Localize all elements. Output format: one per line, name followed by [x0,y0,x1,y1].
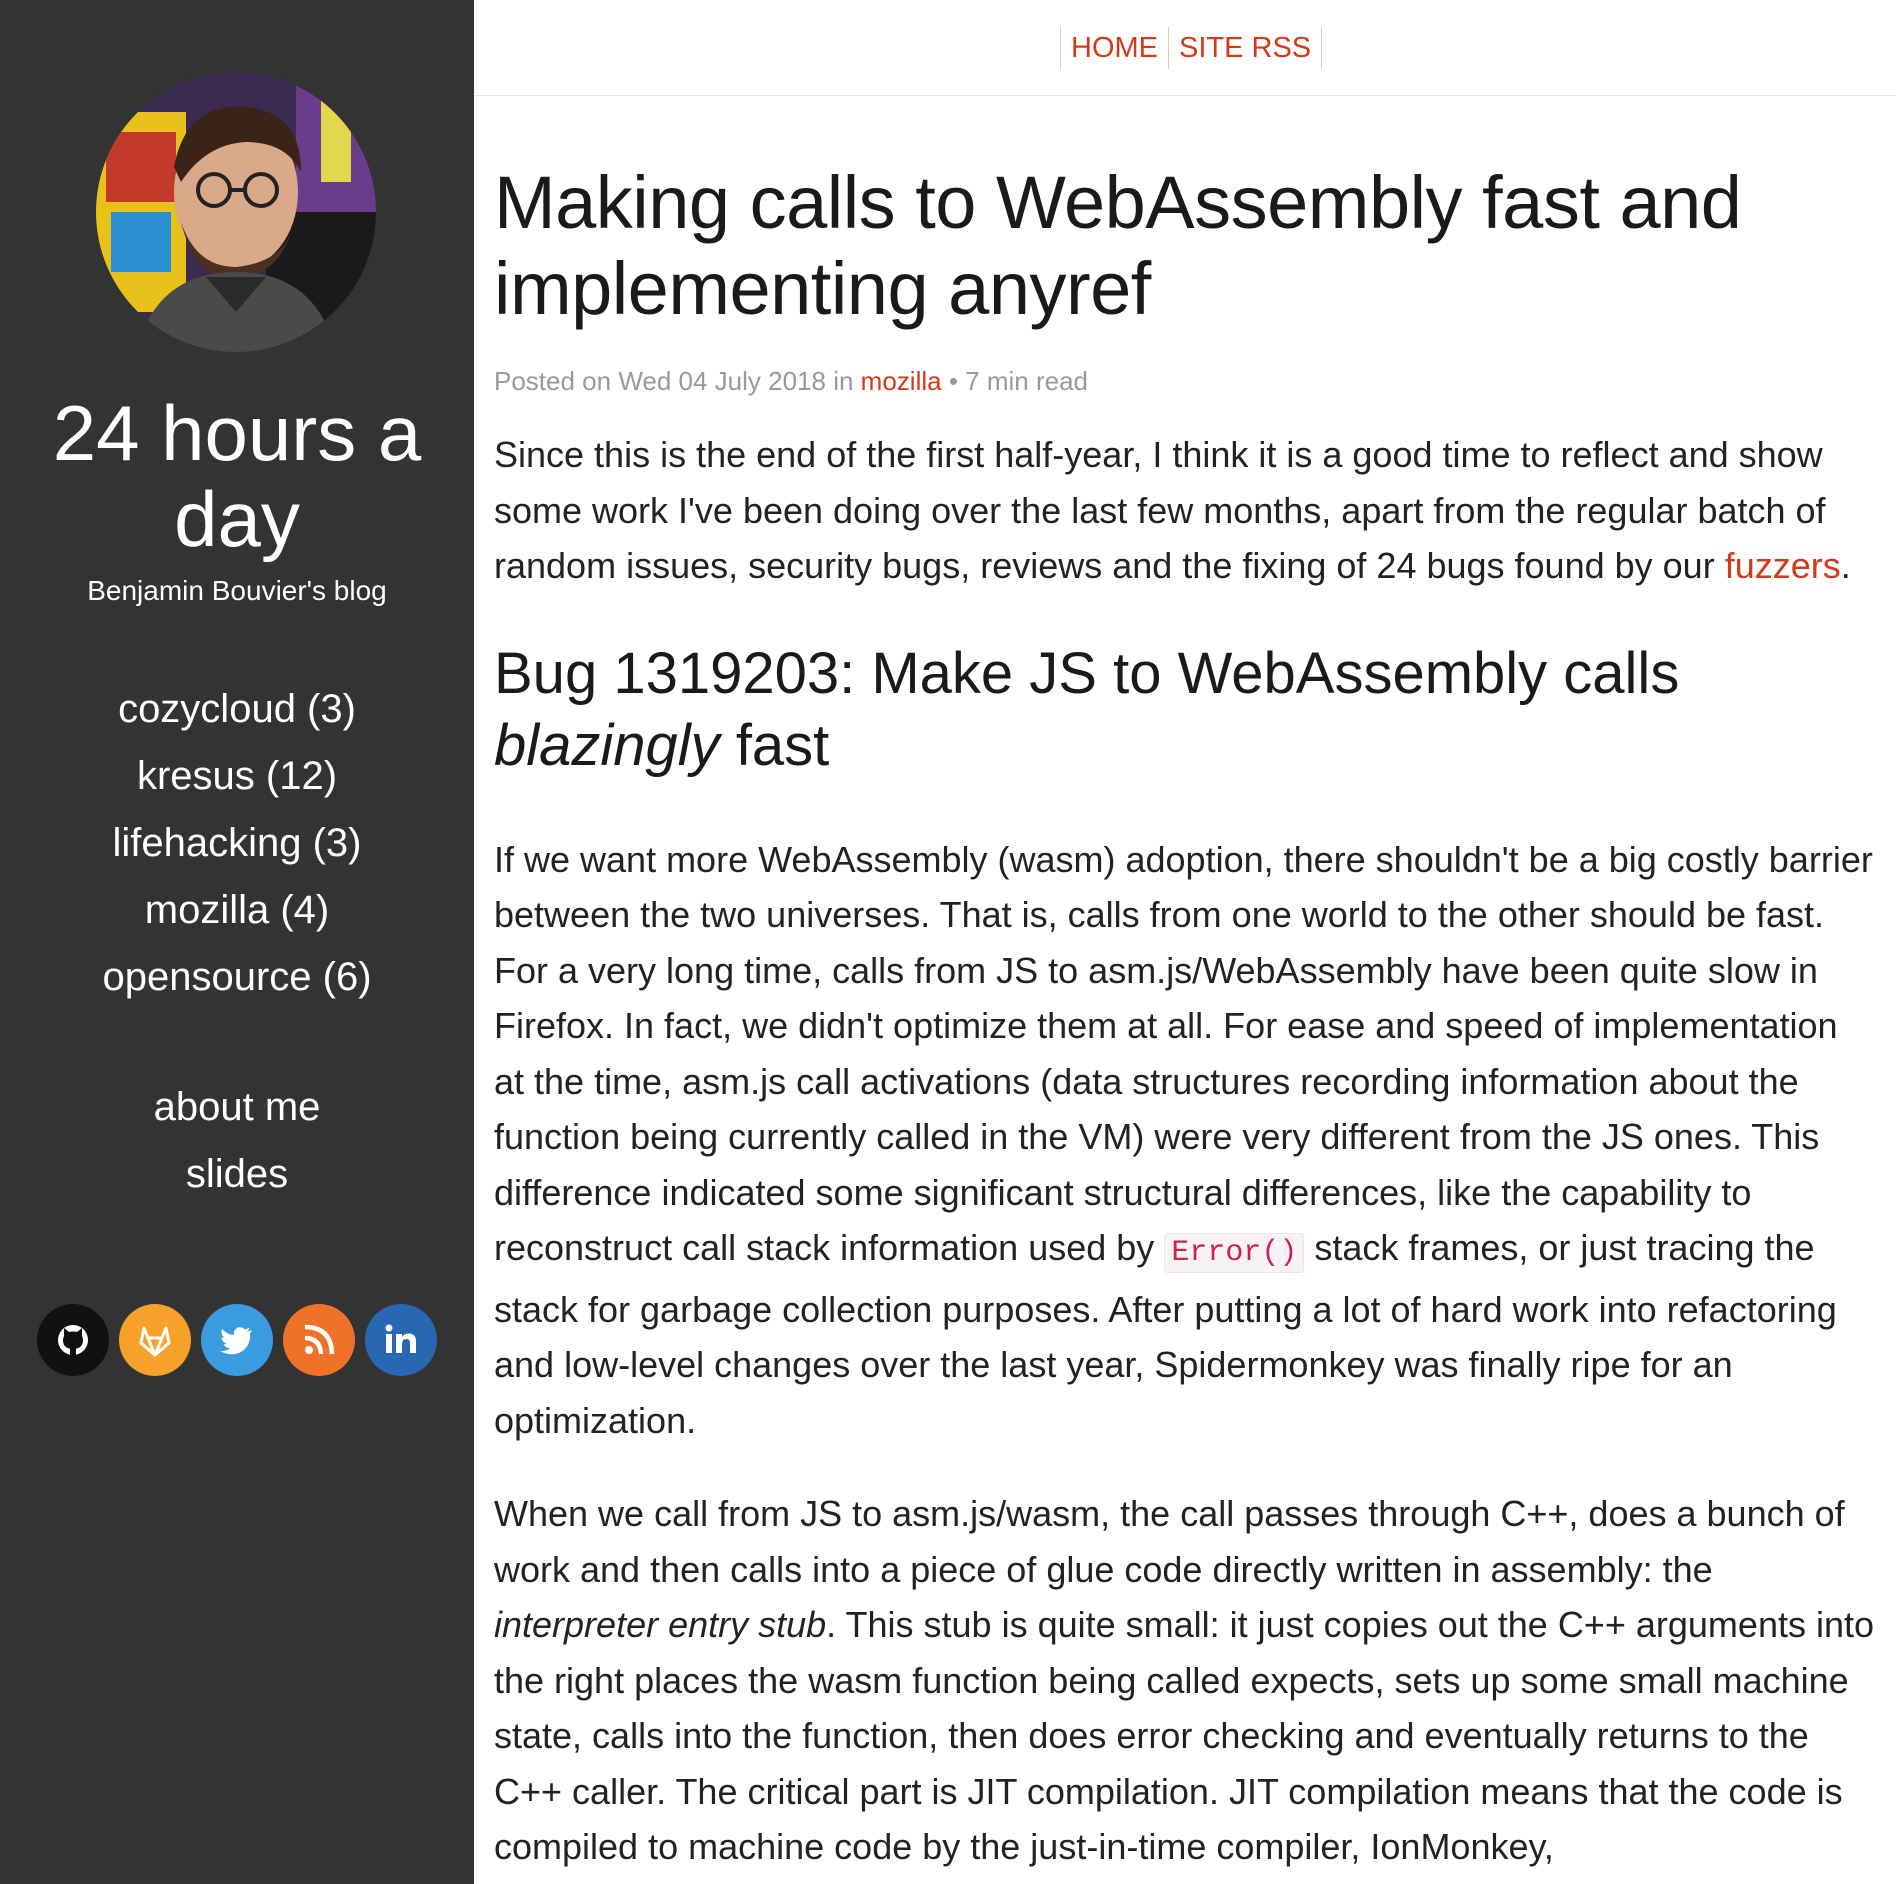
social-links [37,1304,437,1376]
intro-end: . [1840,545,1851,586]
article: Making calls to WebAssembly fast and imp… [494,160,1874,1875]
section-heading-emphasis: blazingly [494,712,720,778]
site-rss-link[interactable]: SITE RSS [1168,27,1323,69]
body-paragraph-1: If we want more WebAssembly (wasm) adopt… [494,832,1874,1449]
inline-code: Error() [1164,1233,1305,1273]
fuzzers-link[interactable]: fuzzers [1725,545,1841,586]
top-nav: HOME SITE RSS [474,0,1896,96]
category-link-mozilla[interactable]: mozilla (4) [0,877,474,944]
read-time: • 7 min read [948,366,1088,396]
author-avatar[interactable] [96,72,376,352]
about-me-link[interactable]: about me [0,1074,474,1141]
slides-link[interactable]: slides [0,1141,474,1208]
section-heading-after: fast [735,712,830,778]
body-paragraph-2: When we call from JS to asm.js/wasm, the… [494,1486,1874,1875]
site-title[interactable]: 24 hours a day [20,390,454,562]
category-list: cozycloud (3) kresus (12) lifehacking (3… [0,676,474,1011]
rss-icon [304,1324,335,1355]
paragraph-text: When we call from JS to asm.js/wasm, the… [494,1493,1845,1590]
twitter-link[interactable] [201,1304,273,1376]
gitlab-icon [139,1326,171,1357]
twitter-icon [220,1327,252,1355]
post-date: Posted on Wed 04 July 2018 in [494,366,854,396]
category-link-kresus[interactable]: kresus (12) [0,743,474,810]
post-meta: Posted on Wed 04 July 2018 in mozilla • … [494,362,1874,400]
intro-text: Since this is the end of the first half-… [494,434,1826,586]
category-link-lifehacking[interactable]: lifehacking (3) [0,810,474,877]
page-links: about me slides [0,1074,474,1208]
site-subtitle: Benjamin Bouvier's blog [87,575,387,606]
post-title: Making calls to WebAssembly fast and imp… [494,161,1742,330]
intro-paragraph: Since this is the end of the first half-… [494,427,1874,594]
github-link[interactable] [37,1304,109,1376]
paragraph-text: If we want more WebAssembly (wasm) adopt… [494,838,1873,1269]
gitlab-link[interactable] [119,1304,191,1376]
category-link-opensource[interactable]: opensource (6) [0,944,474,1011]
emphasis-text: interpreter entry stub [494,1604,827,1645]
linkedin-link[interactable] [365,1304,437,1376]
category-link-cozycloud[interactable]: cozycloud (3) [0,676,474,743]
sidebar: 24 hours a day Benjamin Bouvier's blog c… [0,0,474,1884]
home-link[interactable]: HOME [1060,27,1168,69]
section-heading: Bug 1319203: Make JS to WebAssembly call… [494,638,1874,782]
linkedin-icon [385,1324,416,1353]
github-icon [58,1325,88,1356]
post-category-link[interactable]: mozilla [861,366,942,396]
rss-link[interactable] [283,1304,355,1376]
section-heading-before: Bug 1319203: Make JS to WebAssembly call… [494,640,1680,706]
